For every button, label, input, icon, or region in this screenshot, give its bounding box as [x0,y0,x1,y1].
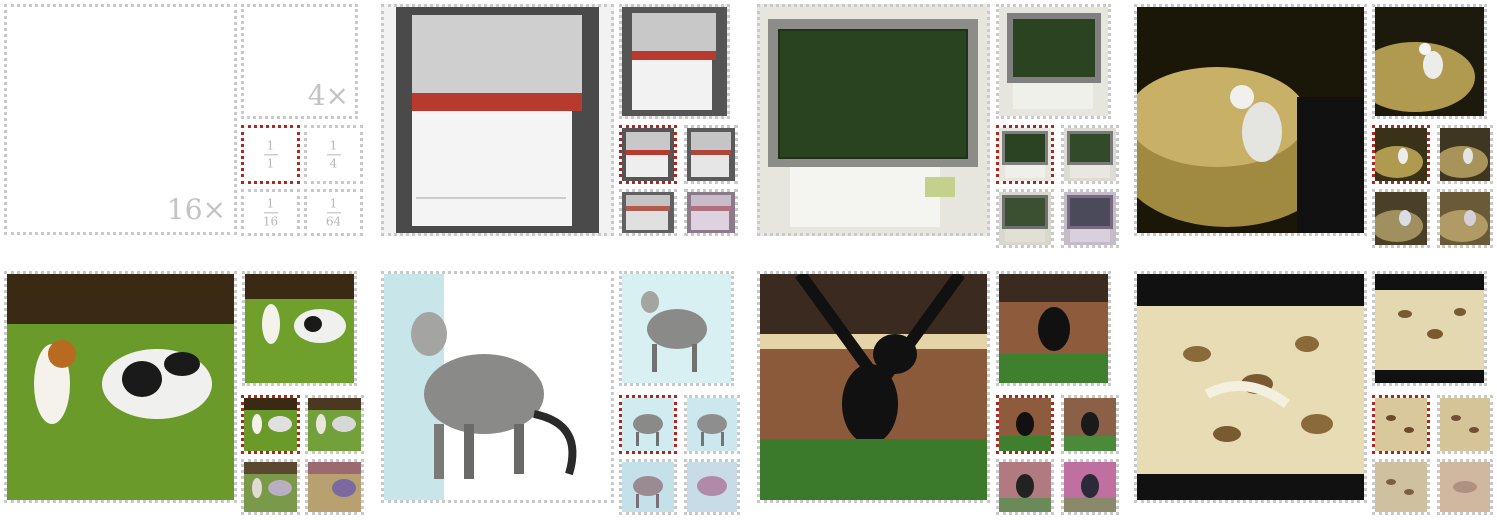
dogs-thumb-1 [241,395,300,454]
bird-thumb-4 [1437,189,1493,248]
fraction-numerator: 1 [329,137,338,152]
laptop-thumb-2 [1061,125,1119,184]
fraction-denominator: 16 [262,214,279,228]
cat-thumb-2 [684,395,740,454]
laptop-large-image [757,4,990,236]
legend-medium-panel: 4× [241,4,358,119]
fraction-denominator: 64 [325,214,342,228]
monkey-thumb-4 [1061,459,1119,515]
legend-cell-1-1: 11 [241,125,300,184]
fraction-numerator: 1 [266,195,275,210]
dogs-medium-image [242,271,357,386]
scale-16x-label: 16× [166,193,226,226]
cat-large-image [381,271,614,503]
dogs-large-image [4,271,237,503]
dishwasher-thumb-4 [684,189,738,236]
bird-thumb-3 [1372,189,1430,248]
monkey-thumb-3 [996,459,1054,515]
laptop-thumb-3 [996,189,1054,248]
monkey-large-image [757,271,990,503]
monkey-thumb-2 [1061,395,1119,454]
bird-medium-image [1372,4,1487,119]
dogs-thumb-4 [305,459,364,515]
dishwasher-thumb-3 [619,189,677,236]
cat-thumb-3 [619,459,677,515]
bird-large-image [1134,4,1367,236]
cat-thumb-4 [684,459,740,515]
scale-4x-label: 4× [307,79,349,112]
laptop-thumb-1 [996,125,1054,184]
fraction-numerator: 1 [266,137,275,152]
laptop-medium-image [996,4,1111,119]
legend-cell-1-64: 1 64 [304,189,363,236]
dishwasher-medium-image [619,4,730,119]
dishwasher-thumb-2 [684,125,738,184]
leopard-medium-image [1372,271,1487,386]
legend-cell-1-16: 1 16 [241,189,300,236]
dogs-thumb-3 [241,459,300,515]
fraction-denominator: 4 [329,156,338,170]
legend-cell-1-4: 14 [304,125,363,184]
cat-thumb-1 [619,395,677,454]
dishwasher-large-image [381,4,614,236]
monkey-thumb-1 [996,395,1054,454]
leopard-thumb-1 [1372,395,1430,454]
leopard-thumb-3 [1372,459,1430,515]
bird-thumb-2 [1437,125,1493,184]
leopard-thumb-4 [1437,459,1493,515]
legend-large-panel: 16× [4,4,237,235]
monkey-medium-image [996,271,1111,386]
leopard-thumb-2 [1437,395,1493,454]
cat-medium-image [619,271,734,386]
leopard-large-image [1134,271,1367,503]
bird-thumb-1 [1372,125,1430,184]
dogs-thumb-2 [305,395,364,454]
fraction-denominator: 1 [266,156,275,170]
laptop-thumb-4 [1061,189,1119,248]
fraction-numerator: 1 [329,195,338,210]
dishwasher-thumb-1 [619,125,677,184]
